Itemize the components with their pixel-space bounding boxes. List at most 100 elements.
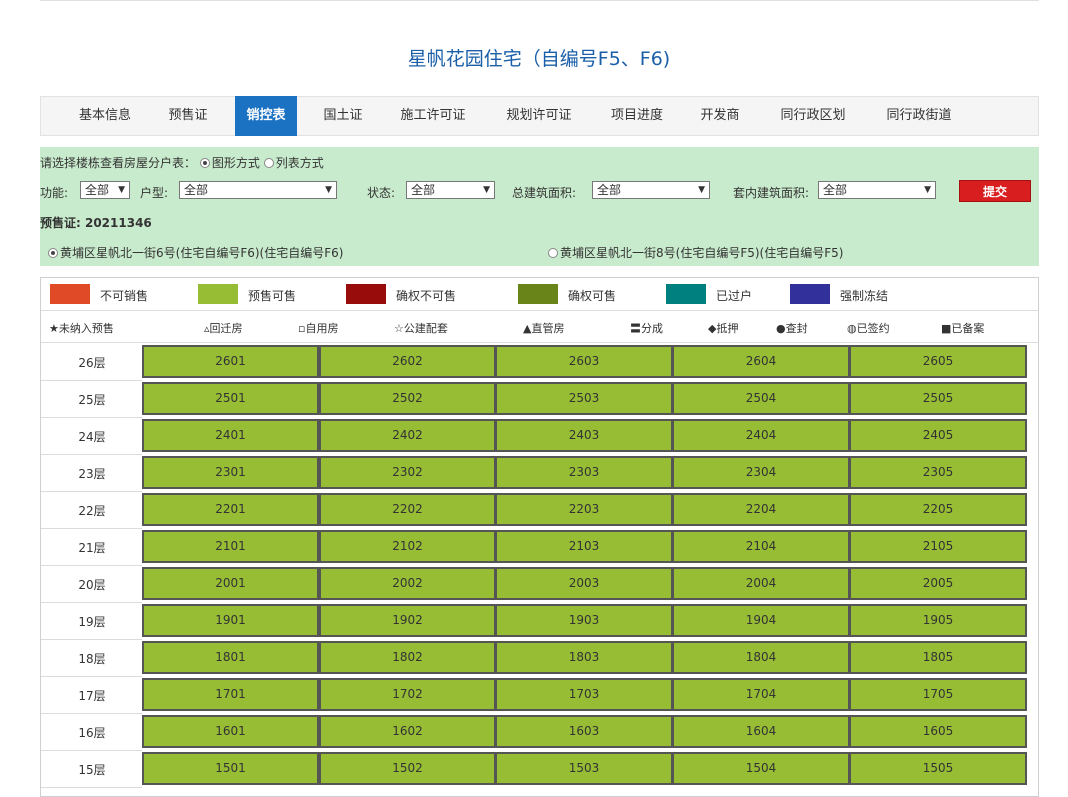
type-select[interactable]: 全部 ▼ <box>179 181 337 199</box>
unit-cell[interactable]: 2201 <box>142 493 319 526</box>
row-divider <box>41 380 142 381</box>
unit-cell[interactable]: 1901 <box>142 604 319 637</box>
tab-construction-permit[interactable]: 施工许可证 <box>387 97 479 135</box>
unit-cell[interactable]: 2301 <box>142 456 319 489</box>
unit-cell[interactable]: 1704 <box>672 678 850 711</box>
total-area-select[interactable]: 全部 ▼ <box>592 181 710 199</box>
view-mode-row: 请选择楼栋查看房屋分户表： 图形方式 列表方式 <box>40 154 324 171</box>
unit-cell[interactable]: 2602 <box>319 345 496 378</box>
tab-basic-info[interactable]: 基本信息 <box>63 97 147 135</box>
unit-cell[interactable]: 1505 <box>849 752 1027 785</box>
tab-presale-cert[interactable]: 预售证 <box>155 97 221 135</box>
radio-building-f6[interactable] <box>48 248 58 258</box>
view-graphic-option[interactable]: 图形方式 <box>199 156 260 170</box>
unit-cell[interactable]: 2302 <box>319 456 496 489</box>
status-select[interactable]: 全部 ▼ <box>406 181 495 199</box>
unit-cell[interactable]: 2605 <box>849 345 1027 378</box>
radio-graphic[interactable] <box>199 158 210 168</box>
unit-cell[interactable]: 2001 <box>142 567 319 600</box>
unit-cell[interactable]: 2405 <box>849 419 1027 452</box>
chevron-down-icon: ▼ <box>924 185 931 195</box>
unit-cell[interactable]: 2505 <box>849 382 1027 415</box>
tab-developer[interactable]: 开发商 <box>689 97 751 135</box>
unit-cell[interactable]: 2104 <box>672 530 850 563</box>
unit-cell[interactable]: 2203 <box>495 493 673 526</box>
submit-button[interactable]: 提交 <box>959 180 1031 202</box>
unit-cell[interactable]: 2401 <box>142 419 319 452</box>
unit-cell[interactable]: 2501 <box>142 382 319 415</box>
unit-cell[interactable]: 1801 <box>142 641 319 674</box>
legend-swatch <box>198 284 238 304</box>
unit-cell[interactable]: 2503 <box>495 382 673 415</box>
unit-cell[interactable]: 2305 <box>849 456 1027 489</box>
tab-same-district[interactable]: 同行政区划 <box>767 97 859 135</box>
unit-cell[interactable]: 1603 <box>495 715 673 748</box>
radio-building-f5[interactable] <box>548 248 558 258</box>
unit-cell[interactable]: 1502 <box>319 752 496 785</box>
unit-cell[interactable]: 2205 <box>849 493 1027 526</box>
unit-cell[interactable]: 1903 <box>495 604 673 637</box>
tab-land-cert[interactable]: 国土证 <box>311 97 375 135</box>
unit-cell[interactable]: 1604 <box>672 715 850 748</box>
unit-cell[interactable]: 1504 <box>672 752 850 785</box>
unit-cell[interactable]: 2403 <box>495 419 673 452</box>
unit-cell[interactable]: 2504 <box>672 382 850 415</box>
legend-swatch <box>518 284 558 304</box>
unit-cell[interactable]: 2003 <box>495 567 673 600</box>
unit-cell[interactable]: 1501 <box>142 752 319 785</box>
tab-planning-permit[interactable]: 规划许可证 <box>493 97 585 135</box>
unit-cell[interactable]: 1802 <box>319 641 496 674</box>
radio-list[interactable] <box>263 158 274 168</box>
unit-cell[interactable]: 2404 <box>672 419 850 452</box>
unit-cell[interactable]: 2103 <box>495 530 673 563</box>
unit-cell[interactable]: 1703 <box>495 678 673 711</box>
floor-label: 16层 <box>78 726 106 740</box>
unit-cell[interactable]: 1702 <box>319 678 496 711</box>
row-divider <box>41 750 142 751</box>
inner-area-select[interactable]: 全部 ▼ <box>818 181 936 199</box>
divider <box>41 342 1038 343</box>
unit-cell[interactable]: 1605 <box>849 715 1027 748</box>
unit-cell[interactable]: 2101 <box>142 530 319 563</box>
unit-cell[interactable]: 1602 <box>319 715 496 748</box>
unit-cell[interactable]: 1705 <box>849 678 1027 711</box>
unit-cell[interactable]: 2604 <box>672 345 850 378</box>
tab-project-progress[interactable]: 项目进度 <box>599 97 675 135</box>
function-select[interactable]: 全部 ▼ <box>80 181 130 199</box>
unit-cell[interactable]: 1805 <box>849 641 1027 674</box>
row-divider <box>41 676 142 677</box>
unit-cell[interactable]: 2004 <box>672 567 850 600</box>
unit-cell[interactable]: 1902 <box>319 604 496 637</box>
tab-sales-control[interactable]: 销控表 <box>235 96 297 136</box>
unit-cell[interactable]: 1601 <box>142 715 319 748</box>
unit-cell[interactable]: 2005 <box>849 567 1027 600</box>
floor-label: 19层 <box>78 615 106 629</box>
tab-same-street[interactable]: 同行政街道 <box>873 97 965 135</box>
unit-cell[interactable]: 2402 <box>319 419 496 452</box>
status-label: 状态: <box>367 186 396 200</box>
unit-cell[interactable]: 2502 <box>319 382 496 415</box>
floor-label: 23层 <box>78 467 106 481</box>
unit-cell[interactable]: 2603 <box>495 345 673 378</box>
unit-cell[interactable]: 2601 <box>142 345 319 378</box>
unit-cell[interactable]: 2304 <box>672 456 850 489</box>
unit-cell[interactable]: 1503 <box>495 752 673 785</box>
symbol-legend-item: ▵回迁房 <box>204 322 243 335</box>
legend-swatch <box>50 284 90 304</box>
unit-cell[interactable]: 1804 <box>672 641 850 674</box>
unit-cell[interactable]: 1905 <box>849 604 1027 637</box>
unit-cell[interactable]: 1803 <box>495 641 673 674</box>
building-option-f6[interactable]: 黄埔区星帆北一街6号(住宅自编号F6)(住宅自编号F6) <box>48 244 343 261</box>
unit-cell[interactable]: 2202 <box>319 493 496 526</box>
unit-cell[interactable]: 2105 <box>849 530 1027 563</box>
unit-cell[interactable]: 1701 <box>142 678 319 711</box>
unit-cell[interactable]: 1904 <box>672 604 850 637</box>
view-list-option[interactable]: 列表方式 <box>263 156 324 170</box>
chevron-down-icon: ▼ <box>325 185 332 195</box>
unit-cell[interactable]: 2002 <box>319 567 496 600</box>
legend-label: 预售可售 <box>248 289 297 303</box>
building-option-f5[interactable]: 黄埔区星帆北一街8号(住宅自编号F5)(住宅自编号F5) <box>548 244 843 261</box>
unit-cell[interactable]: 2204 <box>672 493 850 526</box>
unit-cell[interactable]: 2303 <box>495 456 673 489</box>
unit-cell[interactable]: 2102 <box>319 530 496 563</box>
